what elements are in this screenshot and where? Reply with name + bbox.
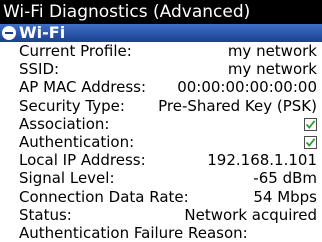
security-type-label: Security Type: [19, 96, 125, 115]
local-ip-address-value: 192.168.1.101 [207, 151, 317, 170]
current-profile-label: Current Profile: [19, 42, 132, 60]
window-title: Wi-Fi Diagnostics (Advanced) [3, 2, 251, 22]
connection-data-rate-value: 54 Mbps [253, 187, 317, 206]
local-ip-address-label: Local IP Address: [19, 151, 146, 170]
row-authentication-failure-reason[interactable]: Authentication Failure Reason: [0, 224, 322, 242]
row-ssid[interactable]: SSID: my network [0, 60, 322, 78]
authentication-label: Authentication: [19, 132, 135, 151]
row-status[interactable]: Status: Network acquired [0, 206, 322, 224]
row-ap-mac-address[interactable]: AP MAC Address: 00:00:00:00:00:00 [0, 78, 322, 96]
section-title: Wi-Fi [19, 23, 66, 42]
row-security-type[interactable]: Security Type: Pre-Shared Key (PSK) [0, 97, 322, 115]
current-profile-value: my network [227, 42, 317, 60]
ap-mac-address-label: AP MAC Address: [19, 78, 147, 97]
signal-level-label: Signal Level: [19, 169, 115, 188]
diagnostics-list: Current Profile: my network SSID: my net… [0, 42, 322, 242]
ssid-value: my network [227, 60, 317, 79]
checkmark-icon [305, 138, 316, 147]
section-header-wifi[interactable]: Wi-Fi [0, 24, 322, 42]
status-label: Status: [19, 205, 72, 224]
row-authentication[interactable]: Authentication: [0, 133, 322, 151]
window-title-bar: Wi-Fi Diagnostics (Advanced) [0, 0, 322, 24]
signal-level-value: -65 dBm [253, 169, 317, 188]
row-signal-level[interactable]: Signal Level: -65 dBm [0, 169, 322, 187]
connection-data-rate-label: Connection Data Rate: [19, 187, 189, 206]
collapse-icon[interactable] [2, 26, 16, 40]
row-current-profile[interactable]: Current Profile: my network [0, 42, 322, 60]
checkmark-icon [305, 119, 316, 129]
ap-mac-address-value: 00:00:00:00:00:00 [177, 78, 317, 97]
security-type-value: Pre-Shared Key (PSK) [158, 96, 317, 115]
row-local-ip-address[interactable]: Local IP Address: 192.168.1.101 [0, 151, 322, 169]
row-connection-data-rate[interactable]: Connection Data Rate: 54 Mbps [0, 188, 322, 206]
status-value: Network acquired [184, 205, 317, 224]
authentication-failure-reason-label: Authentication Failure Reason: [19, 223, 248, 242]
authentication-checkbox[interactable] [304, 135, 317, 149]
association-label: Association: [19, 114, 110, 133]
association-checkbox[interactable] [304, 117, 317, 131]
ssid-label: SSID: [19, 60, 60, 79]
row-association[interactable]: Association: [0, 115, 322, 133]
